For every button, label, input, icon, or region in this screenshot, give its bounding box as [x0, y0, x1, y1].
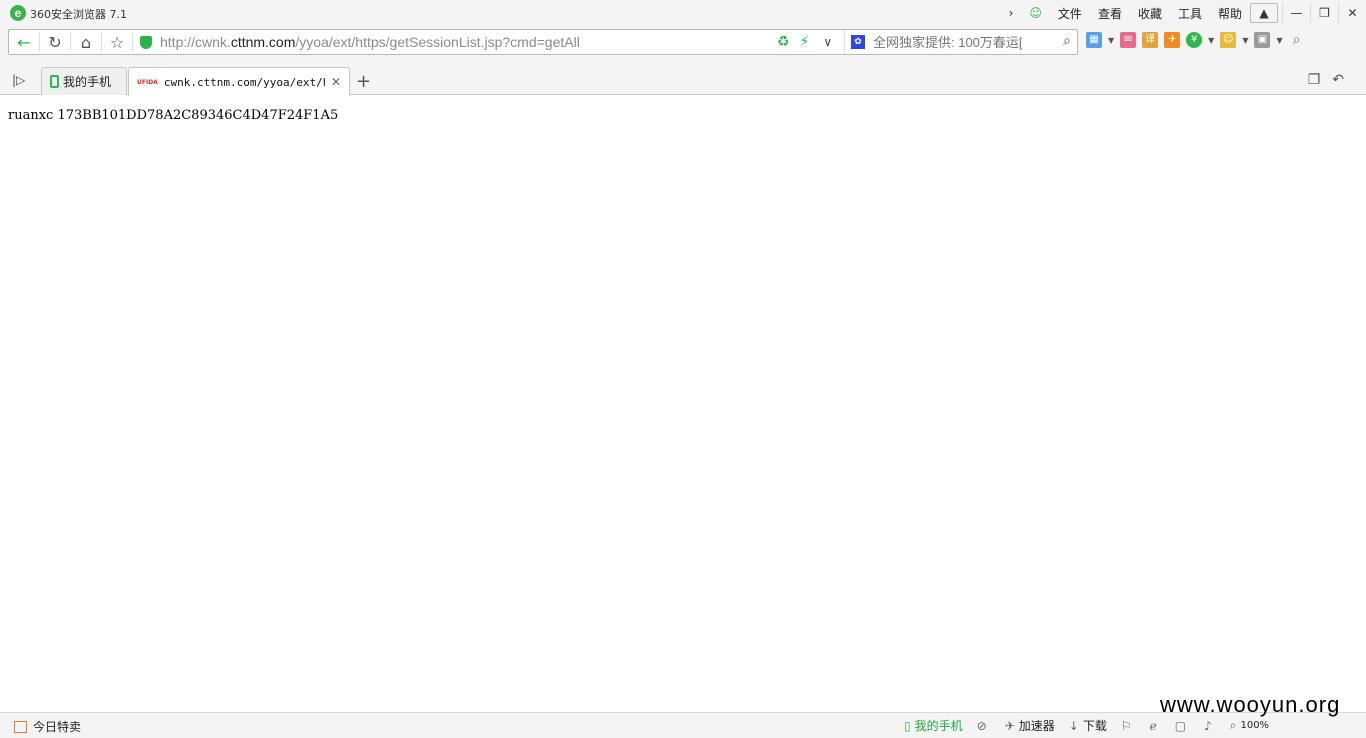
ie-icon: ℯ	[1149, 718, 1157, 733]
daily-deals[interactable]: 今日特卖	[14, 718, 81, 735]
menu-help[interactable]: 帮助	[1210, 5, 1250, 22]
new-tab-button[interactable]: +	[356, 71, 371, 92]
tabbar-actions: ❐ ↶	[1308, 72, 1344, 88]
maximize-button[interactable]: ❐	[1310, 3, 1338, 23]
money-shield-icon[interactable]: ¥	[1186, 32, 1203, 48]
close-button[interactable]: ✕	[1338, 3, 1366, 23]
refresh-icon[interactable]: ↻	[40, 30, 70, 54]
status-history[interactable]: ⊘	[977, 719, 991, 733]
phone-icon	[50, 75, 59, 88]
rocket-icon: ✈	[1004, 718, 1015, 733]
browser-logo-icon: e	[10, 5, 26, 21]
status-sound[interactable]: ♪	[1204, 719, 1216, 733]
zoom-icon: ⌕	[1229, 718, 1237, 732]
status-right: ▯ 我的手机 ⊘ ✈ 加速器 ↓ 下载 ⚐ ℯ ▢ ♪ ⌕ 100%	[904, 717, 1269, 734]
search-box: ✿ ⌕	[844, 30, 1077, 54]
status-flag[interactable]: ⚐	[1121, 719, 1136, 733]
translate-icon[interactable]: 译	[1142, 32, 1159, 48]
session-text: ruanxc 173BB101DD78A2C89346C4D47F24F1A5	[8, 108, 339, 123]
page-content: ruanxc 173BB101DD78A2C89346C4D47F24F1A5	[0, 96, 1366, 712]
tab-label: cwnk.cttnm.com/yyoa/ext/https	[163, 75, 325, 89]
menu-file[interactable]: 文件	[1050, 5, 1090, 22]
zoom-level: 100%	[1240, 720, 1270, 731]
chevron-down-icon[interactable]: ▼	[1208, 36, 1214, 45]
menu-view[interactable]: 查看	[1090, 5, 1130, 22]
gift-icon	[14, 720, 27, 733]
flag-icon: ⚐	[1120, 718, 1132, 733]
back-arrow-icon[interactable]: ←	[9, 30, 39, 54]
screenshot-icon[interactable]: ▣	[1254, 32, 1271, 48]
baidu-icon[interactable]: ✿	[851, 35, 865, 49]
minimize-button[interactable]: —	[1282, 3, 1310, 23]
compass-icon: ⊘	[976, 718, 987, 733]
chevron-down-icon[interactable]: ▼	[1276, 36, 1282, 45]
title-bar: e 360安全浏览器 7.1 › ☺ 文件 查看 收藏 工具 帮助 ▲ — ❐ …	[0, 0, 1366, 26]
search-extension-icon[interactable]: ⌕	[1289, 32, 1305, 48]
phone-icon: ▯	[904, 718, 911, 733]
status-zoom[interactable]: ⌕ 100%	[1230, 718, 1269, 733]
tab-current-page[interactable]: UFIDA cwnk.cttnm.com/yyoa/ext/https ✕	[128, 67, 350, 96]
download-arrow-icon: ↓	[1068, 718, 1079, 733]
status-my-phone-label: 我的手机	[914, 719, 963, 733]
search-icon[interactable]: ⌕	[1063, 33, 1071, 49]
watermark-text: www.wooyun.org	[1160, 692, 1341, 717]
menu-favorites[interactable]: 收藏	[1130, 5, 1170, 22]
undo-close-icon[interactable]: ↶	[1332, 72, 1344, 88]
window-title: 360安全浏览器 7.1	[30, 8, 127, 21]
home-icon[interactable]: ⌂	[71, 30, 101, 54]
chevron-down-icon[interactable]: ▼	[1108, 36, 1114, 45]
title-bar-right: › ☺ 文件 查看 收藏 工具 帮助 ▲ — ❐ ✕	[1001, 0, 1366, 26]
tab-list-icon[interactable]: ❐	[1308, 72, 1321, 88]
status-download-label: 下载	[1082, 719, 1107, 733]
extension-bar: ▦ ▼ ✉ 译 ✈ ¥ ▼ ☺ ▼ ▣ ▼ ⌕	[1086, 32, 1305, 48]
flight-icon[interactable]: ✈	[1164, 32, 1181, 48]
window-icon: ▢	[1174, 718, 1187, 733]
status-accelerator-label: 加速器	[1018, 719, 1055, 733]
apps-grid-icon[interactable]: ▦	[1086, 32, 1102, 48]
url-prefix: http://cwnk.	[160, 34, 231, 50]
recycle-icon[interactable]: ♻	[777, 34, 790, 50]
menu-tools[interactable]: 工具	[1170, 5, 1210, 22]
daily-deals-label: 今日特卖	[33, 720, 82, 734]
url-host: cttnm.com	[230, 34, 296, 50]
chevron-right-icon[interactable]: ›	[1001, 6, 1022, 20]
skin-shirt-icon[interactable]: ▲	[1250, 3, 1278, 23]
url-field[interactable]: http://cwnk.cttnm.com/yyoa/ext/https/get…	[160, 34, 580, 50]
address-toolbar: ← ↻ ⌂ ☆ http://cwnk.cttnm.com/yyoa/ext/h…	[0, 26, 1366, 60]
chevron-down-icon[interactable]: ∨	[823, 35, 832, 49]
lightning-icon[interactable]: ⚡	[800, 34, 810, 50]
security-shield-icon[interactable]	[140, 36, 152, 49]
star-bookmark-icon[interactable]: ☆	[102, 30, 132, 54]
status-ie-mode[interactable]: ℯ	[1150, 719, 1161, 733]
status-window[interactable]: ▢	[1175, 719, 1190, 733]
speaker-icon: ♪	[1204, 718, 1212, 733]
status-accelerator[interactable]: ✈ 加速器	[1005, 717, 1055, 734]
tab-label: 我的手机	[63, 75, 112, 89]
status-download[interactable]: ↓ 下载	[1069, 717, 1107, 734]
chevron-down-icon[interactable]: ▼	[1242, 36, 1248, 45]
tab-bar: |▷ 我的手机 UFIDA cwnk.cttnm.com/yyoa/ext/ht…	[0, 60, 1366, 96]
game-icon[interactable]: ☺	[1220, 32, 1237, 48]
tab-my-phone[interactable]: 我的手机	[41, 67, 127, 95]
sidebar-toggle-icon[interactable]: |▷	[12, 73, 25, 87]
user-icon[interactable]: ☺	[1021, 6, 1050, 20]
close-tab-icon[interactable]: ✕	[331, 75, 341, 89]
address-actions: ♻ ⚡ ∨	[777, 30, 832, 54]
url-path: /yyoa/ext/https/getSessionList.jsp?cmd=g…	[295, 34, 580, 50]
divider	[132, 32, 133, 52]
navigation-box: ← ↻ ⌂ ☆ http://cwnk.cttnm.com/yyoa/ext/h…	[8, 29, 1078, 55]
mail-icon[interactable]: ✉	[1120, 32, 1137, 48]
status-my-phone[interactable]: ▯ 我的手机	[904, 717, 963, 734]
ufida-favicon-icon: UFIDA	[137, 78, 158, 86]
search-input[interactable]	[873, 32, 1053, 52]
